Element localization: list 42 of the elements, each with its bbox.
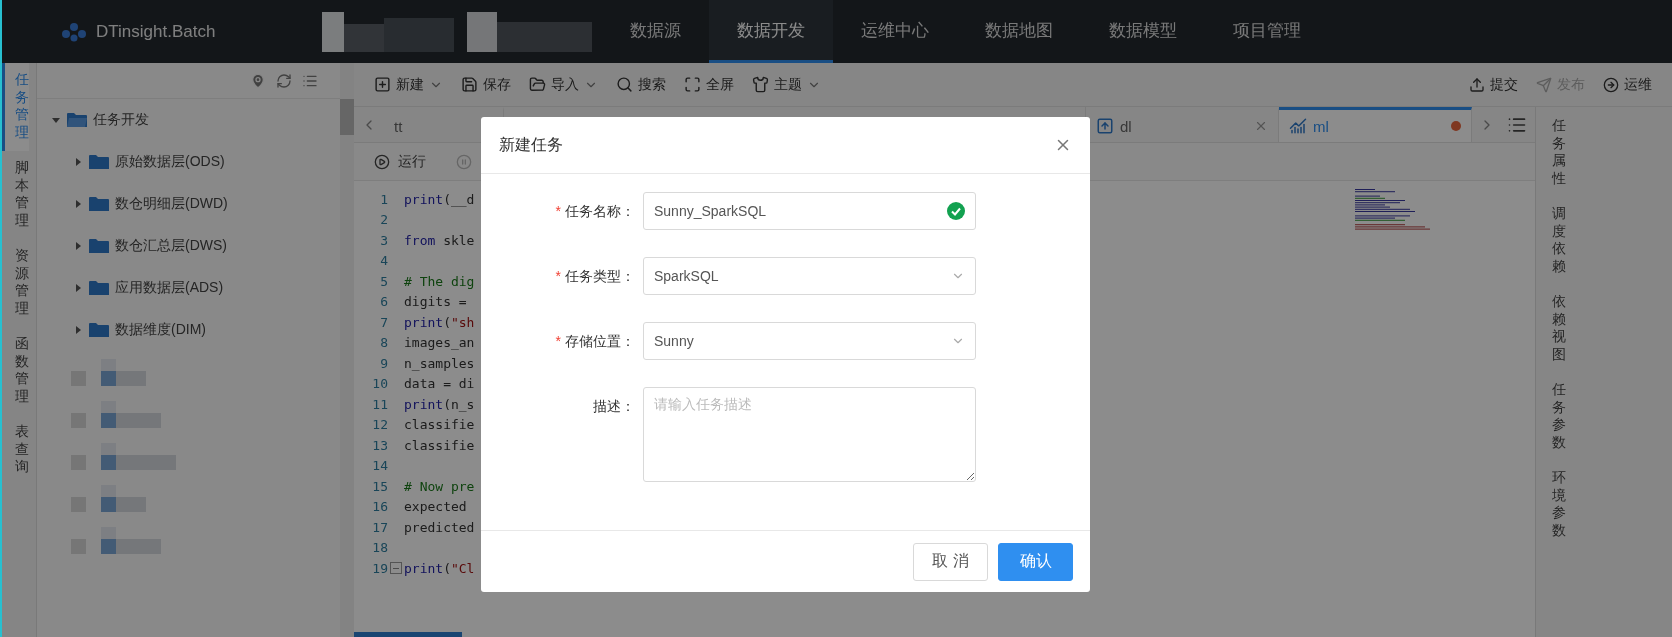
line-number: 8 bbox=[379, 335, 388, 351]
line-number: 10 bbox=[371, 376, 388, 392]
code-line: data = di bbox=[404, 376, 475, 392]
code-line: print("Cl bbox=[404, 560, 475, 576]
code-line: classifie bbox=[404, 417, 475, 433]
required-mark: * bbox=[555, 332, 561, 351]
code-line: n_samples bbox=[404, 355, 475, 371]
line-number: 4 bbox=[379, 253, 388, 269]
line-number: 18 bbox=[371, 540, 388, 556]
code-line: digits = bbox=[404, 294, 467, 310]
line-number: 14 bbox=[371, 458, 388, 474]
required-mark: * bbox=[555, 202, 561, 221]
line-number: 19 bbox=[371, 560, 388, 576]
app-logo-text: DTinsight.Batch bbox=[96, 21, 216, 42]
line-number: 1 bbox=[379, 191, 388, 207]
code-line: classifie bbox=[404, 437, 475, 453]
code-line: predicted bbox=[404, 519, 475, 535]
line-number: 17 bbox=[371, 519, 388, 535]
line-number: 5 bbox=[379, 273, 388, 289]
field-label: 任务类型： bbox=[565, 267, 635, 286]
code-line: print("sh bbox=[404, 314, 475, 330]
line-number: 15 bbox=[371, 478, 388, 494]
line-number: 13 bbox=[371, 437, 388, 453]
code-line: # The dig bbox=[404, 273, 475, 289]
code-line: images_an bbox=[404, 335, 475, 351]
line-number: 3 bbox=[379, 232, 388, 248]
field-label: 存储位置： bbox=[565, 332, 635, 351]
line-number: 7 bbox=[379, 314, 388, 330]
line-number: 6 bbox=[379, 294, 388, 310]
code-line: print(__d bbox=[404, 191, 475, 207]
field-label: 描述： bbox=[593, 397, 635, 416]
code-line: # Now pre bbox=[404, 478, 475, 494]
code-line: print(n_s bbox=[404, 396, 475, 412]
field-label: 任务名称： bbox=[565, 202, 635, 221]
line-number: 2 bbox=[379, 212, 388, 228]
line-number: 11 bbox=[371, 396, 388, 412]
required-mark: * bbox=[555, 267, 561, 286]
code-line: expected bbox=[404, 499, 467, 515]
line-number: 9 bbox=[379, 355, 388, 371]
line-number: 16 bbox=[371, 499, 388, 515]
code-line: from skle bbox=[404, 232, 475, 248]
line-number: 12 bbox=[371, 417, 388, 433]
